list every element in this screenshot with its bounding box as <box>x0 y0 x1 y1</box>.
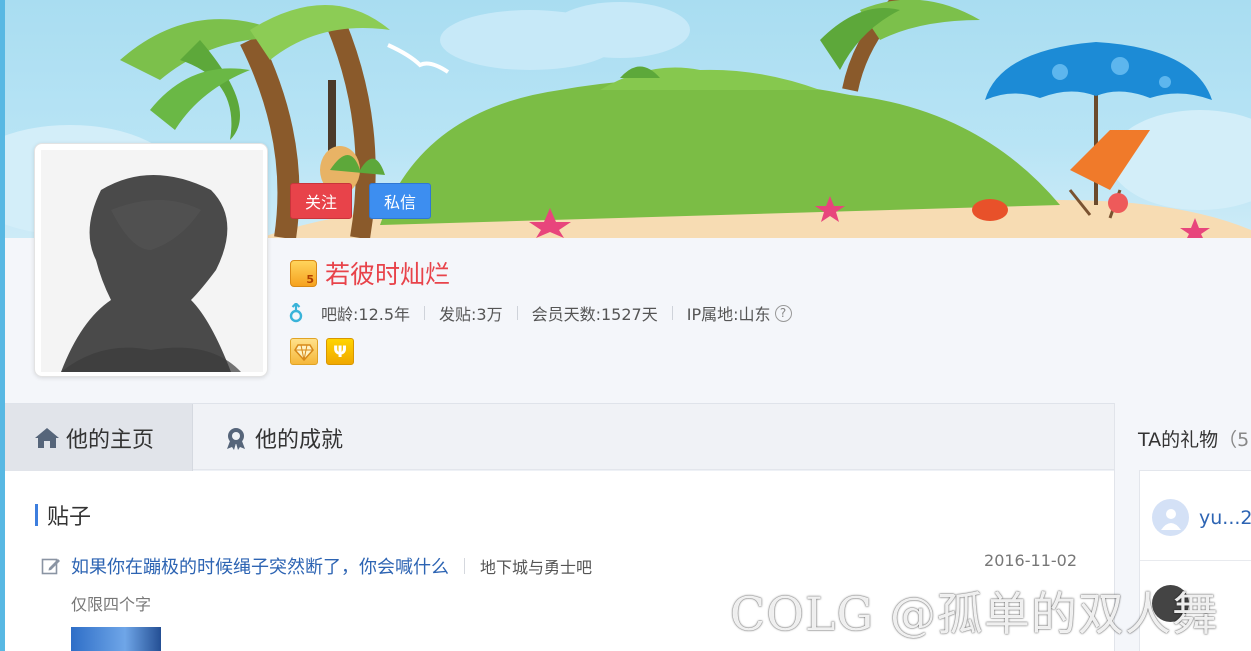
profile-tabs: 他的主页 他的成就 <box>5 403 1114 471</box>
stat-age: 吧龄:12.5年 <box>321 305 411 324</box>
gifts-count: （5 <box>1218 429 1250 451</box>
home-icon <box>35 427 59 448</box>
level-badge-number: 5 <box>306 272 314 286</box>
vip-diamond-badge-icon[interactable] <box>290 338 318 365</box>
badge-list: Ψ <box>290 338 354 365</box>
gift-sender-avatar <box>1152 499 1189 536</box>
stat-divider <box>671 306 673 320</box>
default-user-icon <box>1160 508 1181 530</box>
avatar[interactable] <box>34 143 268 377</box>
message-button[interactable]: 私信 <box>369 183 431 219</box>
stat-ip-location: IP属地:山东 <box>686 305 771 324</box>
male-icon <box>289 303 303 323</box>
post-item: 如果你在蹦极的时候绳子突然断了，你会喊什么 地下城与勇士吧 2016-11-02 <box>41 551 1077 579</box>
gifts-title-label: TA的礼物 <box>1138 429 1219 451</box>
gift-divider <box>1140 560 1251 561</box>
stat-divider <box>516 306 518 320</box>
posts-section-title: 贴子 <box>35 501 91 530</box>
medal-icon <box>227 427 245 450</box>
tab-home-label: 他的主页 <box>66 427 155 453</box>
tab-home[interactable]: 他的主页 <box>5 404 193 471</box>
level-badge-icon: 5 <box>290 259 317 287</box>
follow-button[interactable]: 关注 <box>290 183 352 219</box>
post-divider <box>464 558 465 574</box>
gift-item[interactable]: yu...2 <box>1152 499 1251 536</box>
help-icon[interactable]: ? <box>774 304 792 322</box>
avatar-image <box>41 150 263 372</box>
psi-badge-icon[interactable]: Ψ <box>326 338 354 365</box>
post-excerpt: 仅限四个字 <box>71 595 152 614</box>
post-title-link[interactable]: 如果你在蹦极的时候绳子突然断了，你会喊什么 <box>71 553 449 579</box>
post-date: 2016-11-02 <box>984 551 1077 570</box>
stat-divider <box>424 306 426 320</box>
username[interactable]: 若彼时灿烂 <box>325 255 450 291</box>
gift-sender-name[interactable]: yu...2 <box>1199 507 1251 529</box>
profile-stats: 吧龄:12.5年 发贴:3万 会员天数:1527天 IP属地:山东 ? <box>289 301 792 325</box>
watermark: COLG @孤单的双人舞 <box>730 587 1219 641</box>
stat-member-days: 会员天数:1527天 <box>531 305 658 324</box>
edit-icon <box>41 556 61 576</box>
post-thumbnail[interactable] <box>71 627 161 651</box>
username-row: 5 若彼时灿烂 <box>290 256 450 290</box>
tab-achievements-label: 他的成就 <box>255 427 344 453</box>
stat-posts: 发贴:3万 <box>439 305 503 324</box>
post-forum-link[interactable]: 地下城与勇士吧 <box>480 554 592 578</box>
gifts-title: TA的礼物（5 <box>1138 425 1249 452</box>
tab-achievements[interactable]: 他的成就 <box>223 404 343 471</box>
